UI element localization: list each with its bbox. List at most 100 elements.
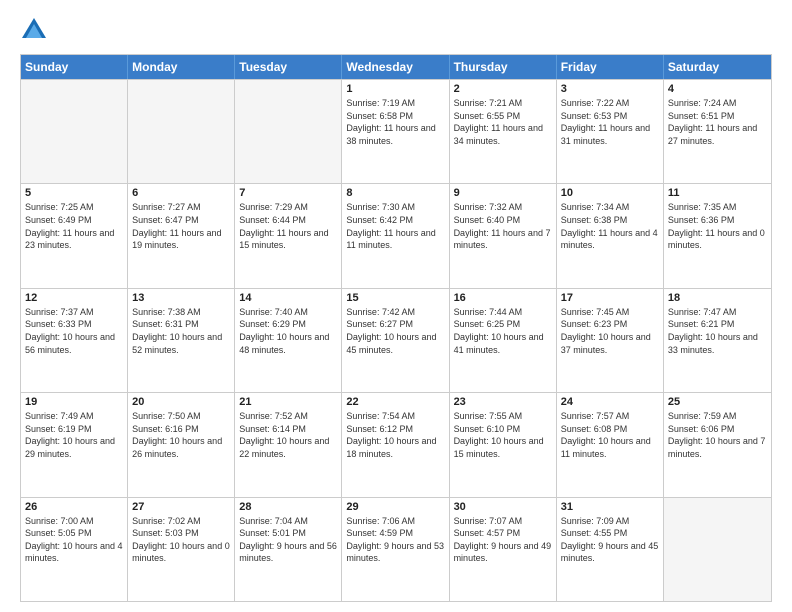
calendar-cell bbox=[21, 80, 128, 183]
day-info: Sunrise: 7:34 AM Sunset: 6:38 PM Dayligh… bbox=[561, 201, 659, 251]
day-number: 6 bbox=[132, 187, 230, 199]
day-info: Sunrise: 7:44 AM Sunset: 6:25 PM Dayligh… bbox=[454, 306, 552, 356]
calendar-cell: 26Sunrise: 7:00 AM Sunset: 5:05 PM Dayli… bbox=[21, 498, 128, 601]
day-info: Sunrise: 7:24 AM Sunset: 6:51 PM Dayligh… bbox=[668, 97, 767, 147]
calendar-cell: 29Sunrise: 7:06 AM Sunset: 4:59 PM Dayli… bbox=[342, 498, 449, 601]
day-number: 9 bbox=[454, 187, 552, 199]
calendar: SundayMondayTuesdayWednesdayThursdayFrid… bbox=[20, 54, 772, 602]
day-info: Sunrise: 7:38 AM Sunset: 6:31 PM Dayligh… bbox=[132, 306, 230, 356]
calendar-cell: 11Sunrise: 7:35 AM Sunset: 6:36 PM Dayli… bbox=[664, 184, 771, 287]
calendar-cell: 9 Sunrise: 7:32 AM Sunset: 6:40 PM Daylig… bbox=[450, 184, 557, 287]
day-info: Sunrise: 7:07 AM Sunset: 4:57 PM Dayligh… bbox=[454, 515, 552, 565]
day-info: Sunrise: 7:50 AM Sunset: 6:16 PM Dayligh… bbox=[132, 410, 230, 460]
calendar-cell: 23 Sunrise: 7:55 AM Sunset: 6:10 PM Dayli… bbox=[450, 393, 557, 496]
day-number: 1 bbox=[346, 83, 444, 95]
day-number: 28 bbox=[239, 501, 337, 513]
day-number: 7 bbox=[239, 187, 337, 199]
day-info: Sunrise: 7:37 AM Sunset: 6:33 PM Dayligh… bbox=[25, 306, 123, 356]
header-cell-wednesday: Wednesday bbox=[342, 55, 449, 79]
calendar-cell: 1 Sunrise: 7:19 AM Sunset: 6:58 PM Daylig… bbox=[342, 80, 449, 183]
calendar-cell bbox=[664, 498, 771, 601]
calendar-cell: 31 Sunrise: 7:09 AM Sunset: 4:55 PM Dayli… bbox=[557, 498, 664, 601]
header-cell-saturday: Saturday bbox=[664, 55, 771, 79]
day-number: 21 bbox=[239, 396, 337, 408]
calendar-cell: 5 Sunrise: 7:25 AM Sunset: 6:49 PM Daylig… bbox=[21, 184, 128, 287]
day-number: 15 bbox=[346, 292, 444, 304]
calendar-cell: 25Sunrise: 7:59 AM Sunset: 6:06 PM Dayli… bbox=[664, 393, 771, 496]
day-number: 24 bbox=[561, 396, 659, 408]
calendar-cell: 10 Sunrise: 7:34 AM Sunset: 6:38 PM Dayli… bbox=[557, 184, 664, 287]
calendar-cell: 22 Sunrise: 7:54 AM Sunset: 6:12 PM Dayli… bbox=[342, 393, 449, 496]
day-number: 8 bbox=[346, 187, 444, 199]
calendar-row-1: 5 Sunrise: 7:25 AM Sunset: 6:49 PM Daylig… bbox=[21, 183, 771, 287]
day-number: 26 bbox=[25, 501, 123, 513]
day-number: 3 bbox=[561, 83, 659, 95]
calendar-cell: 6 Sunrise: 7:27 AM Sunset: 6:47 PM Daylig… bbox=[128, 184, 235, 287]
calendar-row-3: 19Sunrise: 7:49 AM Sunset: 6:19 PM Dayli… bbox=[21, 392, 771, 496]
day-number: 14 bbox=[239, 292, 337, 304]
calendar-cell bbox=[128, 80, 235, 183]
header-cell-monday: Monday bbox=[128, 55, 235, 79]
day-number: 4 bbox=[668, 83, 767, 95]
day-info: Sunrise: 7:21 AM Sunset: 6:55 PM Dayligh… bbox=[454, 97, 552, 147]
calendar-cell: 21 Sunrise: 7:52 AM Sunset: 6:14 PM Dayli… bbox=[235, 393, 342, 496]
day-info: Sunrise: 7:30 AM Sunset: 6:42 PM Dayligh… bbox=[346, 201, 444, 251]
calendar-body: 1 Sunrise: 7:19 AM Sunset: 6:58 PM Daylig… bbox=[21, 79, 771, 601]
day-number: 13 bbox=[132, 292, 230, 304]
day-info: Sunrise: 7:02 AM Sunset: 5:03 PM Dayligh… bbox=[132, 515, 230, 565]
calendar-cell: 12 Sunrise: 7:37 AM Sunset: 6:33 PM Dayli… bbox=[21, 289, 128, 392]
day-info: Sunrise: 7:55 AM Sunset: 6:10 PM Dayligh… bbox=[454, 410, 552, 460]
calendar-row-0: 1 Sunrise: 7:19 AM Sunset: 6:58 PM Daylig… bbox=[21, 79, 771, 183]
day-info: Sunrise: 7:54 AM Sunset: 6:12 PM Dayligh… bbox=[346, 410, 444, 460]
day-info: Sunrise: 7:52 AM Sunset: 6:14 PM Dayligh… bbox=[239, 410, 337, 460]
calendar-row-4: 26Sunrise: 7:00 AM Sunset: 5:05 PM Dayli… bbox=[21, 497, 771, 601]
header-cell-sunday: Sunday bbox=[21, 55, 128, 79]
day-info: Sunrise: 7:35 AM Sunset: 6:36 PM Dayligh… bbox=[668, 201, 767, 251]
day-info: Sunrise: 7:47 AM Sunset: 6:21 PM Dayligh… bbox=[668, 306, 767, 356]
calendar-cell: 24Sunrise: 7:57 AM Sunset: 6:08 PM Dayli… bbox=[557, 393, 664, 496]
day-info: Sunrise: 7:04 AM Sunset: 5:01 PM Dayligh… bbox=[239, 515, 337, 565]
calendar-row-2: 12 Sunrise: 7:37 AM Sunset: 6:33 PM Dayli… bbox=[21, 288, 771, 392]
calendar-cell: 17Sunrise: 7:45 AM Sunset: 6:23 PM Dayli… bbox=[557, 289, 664, 392]
day-number: 31 bbox=[561, 501, 659, 513]
day-number: 16 bbox=[454, 292, 552, 304]
day-number: 12 bbox=[25, 292, 123, 304]
day-number: 20 bbox=[132, 396, 230, 408]
calendar-cell: 14 Sunrise: 7:40 AM Sunset: 6:29 PM Dayli… bbox=[235, 289, 342, 392]
logo-icon bbox=[20, 16, 48, 44]
day-number: 17 bbox=[561, 292, 659, 304]
day-info: Sunrise: 7:09 AM Sunset: 4:55 PM Dayligh… bbox=[561, 515, 659, 565]
day-number: 10 bbox=[561, 187, 659, 199]
day-number: 18 bbox=[668, 292, 767, 304]
page-header bbox=[20, 16, 772, 44]
logo bbox=[20, 16, 52, 44]
day-info: Sunrise: 7:22 AM Sunset: 6:53 PM Dayligh… bbox=[561, 97, 659, 147]
calendar-cell bbox=[235, 80, 342, 183]
day-info: Sunrise: 7:19 AM Sunset: 6:58 PM Dayligh… bbox=[346, 97, 444, 147]
calendar-cell: 7Sunrise: 7:29 AM Sunset: 6:44 PM Daylig… bbox=[235, 184, 342, 287]
calendar-cell: 13 Sunrise: 7:38 AM Sunset: 6:31 PM Dayli… bbox=[128, 289, 235, 392]
calendar-cell: 16 Sunrise: 7:44 AM Sunset: 6:25 PM Dayli… bbox=[450, 289, 557, 392]
header-cell-thursday: Thursday bbox=[450, 55, 557, 79]
calendar-header: SundayMondayTuesdayWednesdayThursdayFrid… bbox=[21, 55, 771, 79]
day-number: 27 bbox=[132, 501, 230, 513]
calendar-cell: 8 Sunrise: 7:30 AM Sunset: 6:42 PM Daylig… bbox=[342, 184, 449, 287]
calendar-cell: 18 Sunrise: 7:47 AM Sunset: 6:21 PM Dayli… bbox=[664, 289, 771, 392]
calendar-cell: 2 Sunrise: 7:21 AM Sunset: 6:55 PM Daylig… bbox=[450, 80, 557, 183]
day-info: Sunrise: 7:32 AM Sunset: 6:40 PM Dayligh… bbox=[454, 201, 552, 251]
day-number: 23 bbox=[454, 396, 552, 408]
header-cell-tuesday: Tuesday bbox=[235, 55, 342, 79]
header-cell-friday: Friday bbox=[557, 55, 664, 79]
day-number: 19 bbox=[25, 396, 123, 408]
calendar-cell: 20 Sunrise: 7:50 AM Sunset: 6:16 PM Dayli… bbox=[128, 393, 235, 496]
day-info: Sunrise: 7:25 AM Sunset: 6:49 PM Dayligh… bbox=[25, 201, 123, 251]
day-number: 5 bbox=[25, 187, 123, 199]
calendar-cell: 28 Sunrise: 7:04 AM Sunset: 5:01 PM Dayli… bbox=[235, 498, 342, 601]
day-info: Sunrise: 7:27 AM Sunset: 6:47 PM Dayligh… bbox=[132, 201, 230, 251]
day-info: Sunrise: 7:40 AM Sunset: 6:29 PM Dayligh… bbox=[239, 306, 337, 356]
day-number: 2 bbox=[454, 83, 552, 95]
day-number: 30 bbox=[454, 501, 552, 513]
day-number: 25 bbox=[668, 396, 767, 408]
calendar-cell: 19Sunrise: 7:49 AM Sunset: 6:19 PM Dayli… bbox=[21, 393, 128, 496]
day-number: 22 bbox=[346, 396, 444, 408]
